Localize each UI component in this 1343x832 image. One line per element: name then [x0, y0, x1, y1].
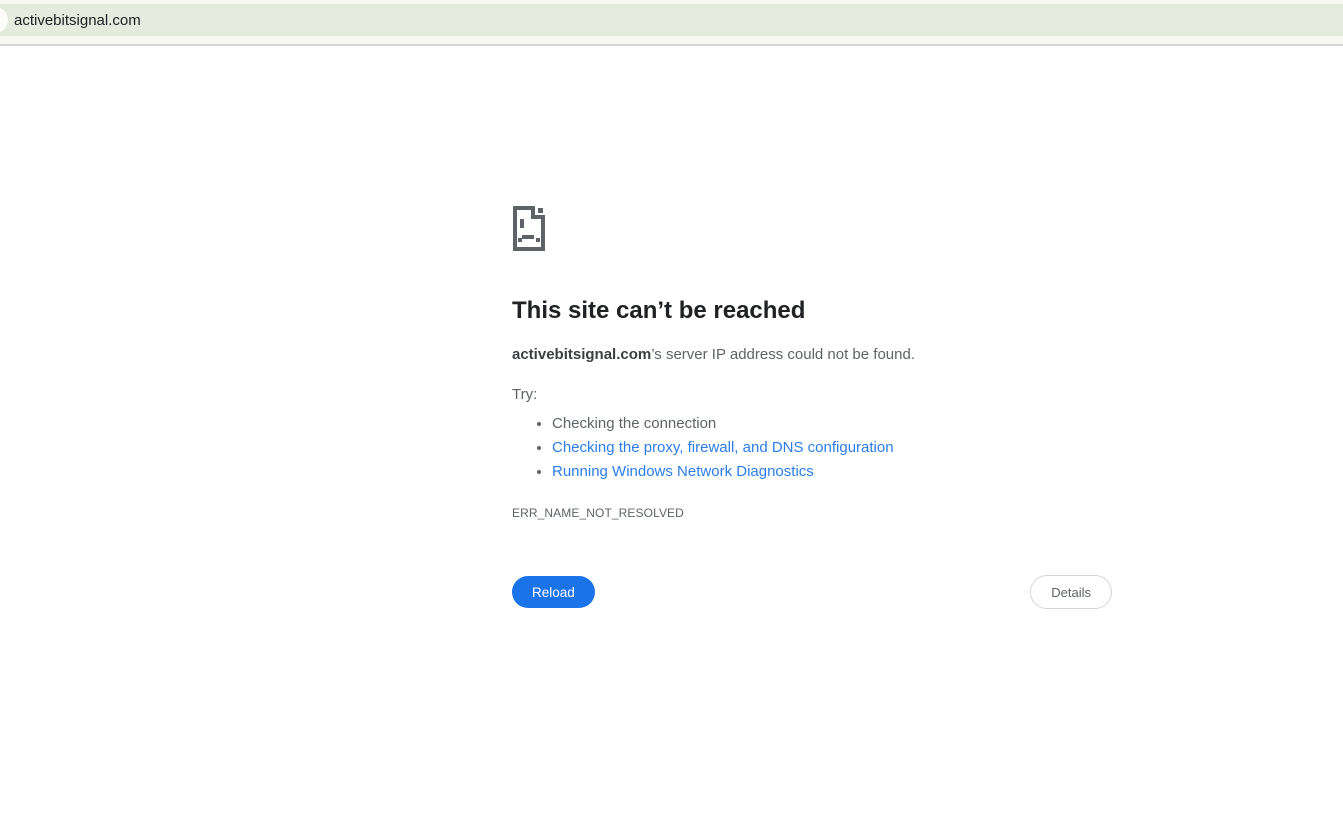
sad-file-icon	[512, 205, 546, 252]
details-button[interactable]: Details	[1030, 575, 1112, 609]
error-code: ERR_NAME_NOT_RESOLVED	[512, 506, 684, 520]
error-page-content: This site can’t be reached activebitsign…	[512, 205, 1112, 609]
suggestion-link[interactable]: Running Windows Network Diagnostics	[552, 463, 814, 480]
suggestions-list: Checking the connection Checking the prox…	[512, 412, 1112, 484]
page-title: This site can’t be reached	[512, 297, 806, 324]
browser-topbar: activebitsignal.com	[0, 0, 1343, 46]
suggestion-item: Running Windows Network Diagnostics	[552, 460, 1112, 484]
error-subtitle: activebitsignal.com’s server IP address …	[512, 346, 1112, 364]
buttons-row: Reload Details	[512, 575, 1112, 609]
topbar-divider	[0, 44, 1343, 46]
error-subtitle-rest: ’s server IP address could not be found.	[651, 346, 915, 363]
try-label: Try:	[512, 386, 538, 403]
omnibox-pill	[0, 7, 8, 33]
suggestion-item: Checking the proxy, firewall, and DNS co…	[552, 436, 1112, 460]
reload-button[interactable]: Reload	[512, 576, 595, 608]
topbar-background: activebitsignal.com	[0, 4, 1343, 36]
suggestion-link[interactable]: Checking the proxy, firewall, and DNS co…	[552, 439, 894, 456]
error-subtitle-domain: activebitsignal.com	[512, 346, 652, 363]
omnibox-url-text[interactable]: activebitsignal.com	[14, 4, 141, 36]
suggestion-item: Checking the connection	[552, 412, 1112, 436]
